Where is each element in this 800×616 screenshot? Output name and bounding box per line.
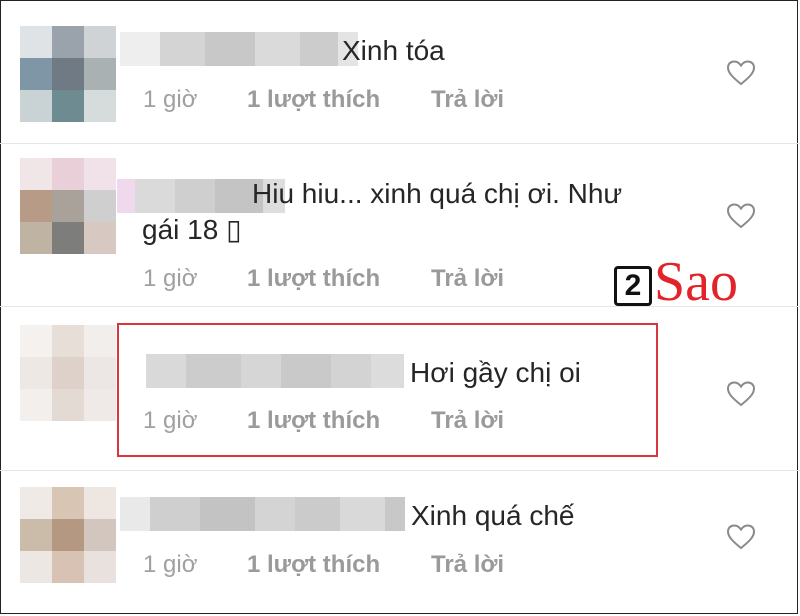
heart-icon[interactable]: [727, 203, 755, 229]
watermark-brand: Sao: [654, 251, 738, 313]
comment-time: 1 giờ: [143, 551, 198, 578]
heart-icon[interactable]: [727, 381, 755, 407]
watermark-number: 2: [614, 266, 652, 306]
avatar[interactable]: [20, 487, 116, 583]
comment-text: Hiu hiu... xinh quá chị ơi. Như gái 18 ▯: [142, 178, 623, 245]
heart-icon[interactable]: [727, 60, 755, 86]
avatar[interactable]: [20, 26, 116, 122]
username-blurred[interactable]: [120, 32, 358, 66]
likes-count-link[interactable]: 1 lượt thích: [247, 265, 380, 293]
comment-text: Xinh tóa: [342, 35, 445, 66]
comment-time: 1 giờ: [143, 265, 198, 292]
reply-button[interactable]: Trả lời: [431, 551, 504, 579]
comment-text: Xinh quá chế: [411, 500, 575, 531]
watermark-logo: 2 Sao: [614, 252, 754, 318]
avatar[interactable]: [20, 158, 116, 254]
likes-count-link[interactable]: 1 lượt thích: [247, 551, 380, 579]
avatar[interactable]: [20, 325, 116, 421]
heart-icon[interactable]: [727, 524, 755, 550]
divider: [0, 143, 800, 144]
reply-button[interactable]: Trả lời: [431, 86, 504, 114]
likes-count-link[interactable]: 1 lượt thích: [247, 86, 380, 114]
username-blurred[interactable]: [120, 497, 405, 531]
divider: [0, 470, 800, 471]
comment-time: 1 giờ: [143, 86, 198, 113]
highlight-box: [117, 323, 658, 457]
reply-button[interactable]: Trả lời: [431, 265, 504, 293]
